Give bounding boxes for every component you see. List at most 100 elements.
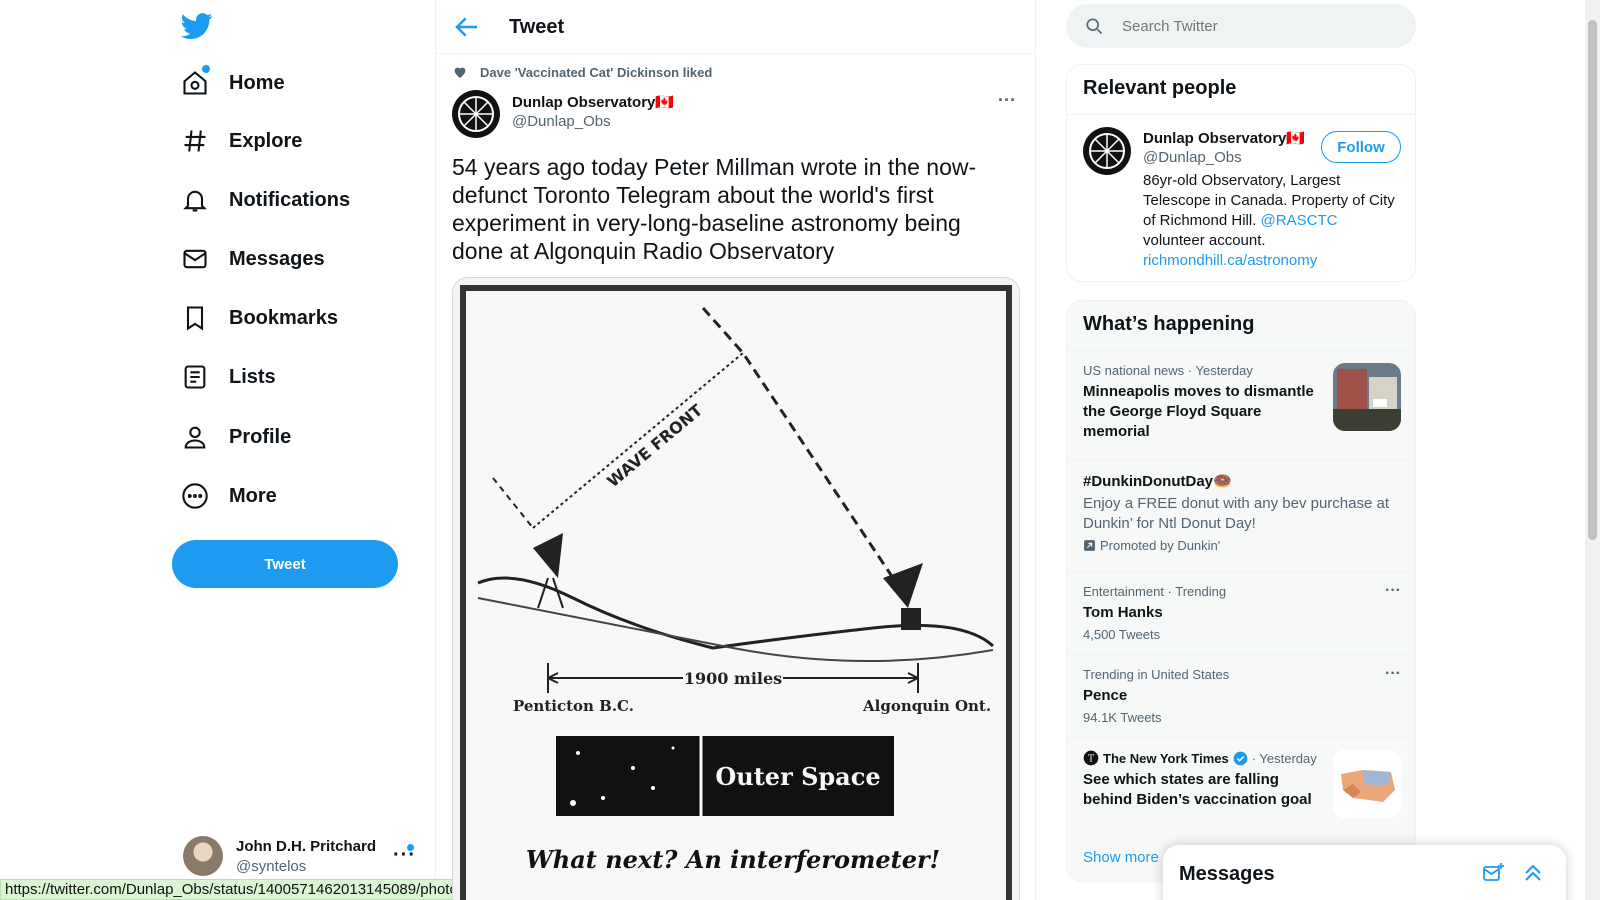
right-sidebar: Relevant people Dunlap Observatory🇨🇦 @Du… bbox=[1066, 0, 1416, 900]
nyt-logo-icon: T bbox=[1083, 750, 1099, 766]
relevant-person-name[interactable]: Dunlap Observatory🇨🇦 bbox=[1143, 129, 1305, 147]
promoted-text: Promoted by Dunkin' bbox=[1100, 538, 1221, 553]
avatar[interactable] bbox=[1083, 127, 1131, 175]
heart-icon bbox=[454, 67, 466, 78]
image-caption: What next? An interferometer! bbox=[526, 845, 940, 874]
person-icon bbox=[184, 426, 206, 449]
banner-text: Outer Space bbox=[715, 762, 880, 791]
trend-item[interactable]: T The New York Times · Yesterday See whi… bbox=[1067, 737, 1415, 831]
nav-profile-label: Profile bbox=[229, 425, 292, 448]
double-chevron-up-icon[interactable] bbox=[1521, 861, 1545, 885]
scrollbar-thumb[interactable] bbox=[1588, 20, 1597, 540]
social-context-text: Dave 'Vaccinated Cat' Dickinson liked bbox=[480, 64, 713, 80]
notification-dot bbox=[407, 844, 414, 851]
trend-title: See which states are falling behind Bide… bbox=[1083, 771, 1312, 808]
trend-meta: Trending in United States bbox=[1083, 667, 1230, 682]
trend-title: Tom Hanks bbox=[1083, 604, 1163, 621]
home-icon bbox=[183, 71, 207, 95]
follow-button[interactable]: Follow bbox=[1321, 131, 1401, 163]
more-dots-icon[interactable]: ··· bbox=[1385, 582, 1401, 600]
trend-title: Pence bbox=[1083, 687, 1128, 704]
trend-item[interactable]: Trending in United States Pence 94.1K Tw… bbox=[1067, 654, 1415, 737]
trend-thumbnail bbox=[1333, 363, 1401, 431]
left-navigation: Home Explore Notifications Messages Book… bbox=[0, 0, 436, 900]
nav-more[interactable]: More bbox=[181, 472, 277, 520]
trend-item[interactable]: Entertainment · Trending Tom Hanks 4,500… bbox=[1067, 571, 1415, 654]
nav-more-label: More bbox=[229, 484, 277, 507]
tweet-photo[interactable]: 1900 miles Penticton B.C. Algonquin Ont.… bbox=[452, 277, 1020, 900]
observatory-logo-icon bbox=[454, 92, 498, 136]
relevant-person-handle[interactable]: @Dunlap_Obs bbox=[1143, 149, 1242, 166]
whats-happening-title: What’s happening bbox=[1083, 313, 1255, 335]
relevant-person-bio: 86yr-old Observatory, Largest Telescope … bbox=[1143, 171, 1401, 271]
more-dots-icon[interactable]: ··· bbox=[1385, 665, 1401, 683]
nav-notifications-label: Notifications bbox=[229, 188, 351, 211]
search-input[interactable] bbox=[1122, 17, 1382, 35]
link-status-bar: https://twitter.com/Dunlap_Obs/status/14… bbox=[0, 879, 476, 900]
trend-meta: Entertainment · Trending bbox=[1083, 584, 1227, 599]
right-site-label: Algonquin Ont. bbox=[862, 697, 991, 715]
account-name: John D.H. Pritchard bbox=[236, 838, 377, 855]
bio-website-link[interactable]: richmondhill.ca/astronomy bbox=[1143, 252, 1317, 269]
bell-icon bbox=[183, 190, 207, 212]
back-arrow-icon[interactable] bbox=[452, 12, 482, 42]
messages-drawer-title: Messages bbox=[1179, 863, 1275, 885]
trend-item[interactable]: US national news · Yesterday Minneapolis… bbox=[1067, 350, 1415, 459]
nav-lists[interactable]: Lists bbox=[181, 353, 276, 401]
search-bar[interactable] bbox=[1066, 4, 1416, 48]
verified-badge-icon bbox=[1233, 751, 1248, 765]
nav-home-label: Home bbox=[229, 71, 285, 94]
nav-home[interactable]: Home bbox=[181, 59, 285, 107]
page-title: Tweet bbox=[509, 16, 565, 38]
twitter-logo-icon[interactable] bbox=[181, 10, 213, 42]
more-dots-icon[interactable]: ··· bbox=[998, 90, 1016, 111]
avatar bbox=[183, 836, 223, 876]
trend-source-name: The New York Times bbox=[1103, 750, 1229, 766]
promoted-label: Promoted by Dunkin' bbox=[1083, 538, 1401, 553]
trend-title: Minneapolis moves to dismantle the Georg… bbox=[1083, 383, 1314, 440]
promoted-icon bbox=[1084, 540, 1095, 551]
relevant-people-card: Relevant people Dunlap Observatory🇨🇦 @Du… bbox=[1066, 64, 1416, 282]
main-column: Tweet Dave 'Vaccinated Cat' Dickinson li… bbox=[436, 0, 1036, 900]
nav-notifications[interactable]: Notifications bbox=[181, 176, 350, 224]
trend-tweet-count: 4,500 Tweets bbox=[1083, 627, 1161, 642]
search-icon bbox=[1086, 18, 1103, 35]
trend-thumbnail bbox=[1333, 750, 1401, 818]
main-header: Tweet bbox=[436, 0, 1035, 54]
account-switcher[interactable]: John D.H. Pritchard @syntelos ··· bbox=[183, 832, 423, 876]
tweet-author-name[interactable]: Dunlap Observatory🇨🇦 bbox=[512, 93, 674, 111]
nav-lists-label: Lists bbox=[229, 365, 276, 388]
tweet-text: 54 years ago today Peter Millman wrote i… bbox=[452, 154, 977, 264]
hashtag-icon bbox=[184, 130, 206, 152]
new-message-icon[interactable] bbox=[1481, 861, 1505, 885]
trend-tweet-count: 94.1K Tweets bbox=[1083, 710, 1162, 725]
nav-bookmarks[interactable]: Bookmarks bbox=[181, 294, 338, 342]
observatory-logo-icon bbox=[1085, 129, 1129, 173]
whats-happening-card: What’s happening US national news · Yest… bbox=[1066, 300, 1416, 882]
trend-time: · Yesterday bbox=[1251, 750, 1317, 766]
messages-drawer[interactable]: Messages bbox=[1163, 845, 1566, 900]
list-icon bbox=[184, 365, 206, 389]
distance-label: 1900 miles bbox=[684, 669, 782, 688]
notification-dot bbox=[202, 65, 210, 73]
nav-explore[interactable]: Explore bbox=[181, 117, 302, 165]
trend-description: Enjoy a FREE donut with any bev purchase… bbox=[1083, 495, 1390, 532]
left-site-label: Penticton B.C. bbox=[513, 697, 634, 715]
social-context[interactable]: Dave 'Vaccinated Cat' Dickinson liked bbox=[452, 64, 712, 80]
newspaper-clipping-illustration: 1900 miles Penticton B.C. Algonquin Ont.… bbox=[460, 285, 1012, 900]
envelope-icon bbox=[183, 249, 207, 269]
more-circle-icon bbox=[182, 483, 208, 509]
bio-suffix: volunteer account. bbox=[1143, 232, 1266, 249]
promoted-trend-item[interactable]: #DunkinDonutDay🍩 Enjoy a FREE donut with… bbox=[1067, 459, 1415, 571]
bio-mention-link[interactable]: @RASCTC bbox=[1261, 212, 1338, 229]
tweet-button[interactable]: Tweet bbox=[172, 540, 398, 588]
svg-text:T: T bbox=[1088, 753, 1095, 764]
account-handle: @syntelos bbox=[236, 858, 307, 875]
nav-messages[interactable]: Messages bbox=[181, 235, 325, 283]
relevant-people-title: Relevant people bbox=[1067, 65, 1415, 115]
nav-profile[interactable]: Profile bbox=[181, 413, 291, 461]
show-more-link[interactable]: Show more bbox=[1083, 849, 1159, 866]
nav-explore-label: Explore bbox=[229, 129, 303, 152]
avatar[interactable] bbox=[452, 90, 500, 138]
tweet-author-handle[interactable]: @Dunlap_Obs bbox=[512, 113, 611, 130]
